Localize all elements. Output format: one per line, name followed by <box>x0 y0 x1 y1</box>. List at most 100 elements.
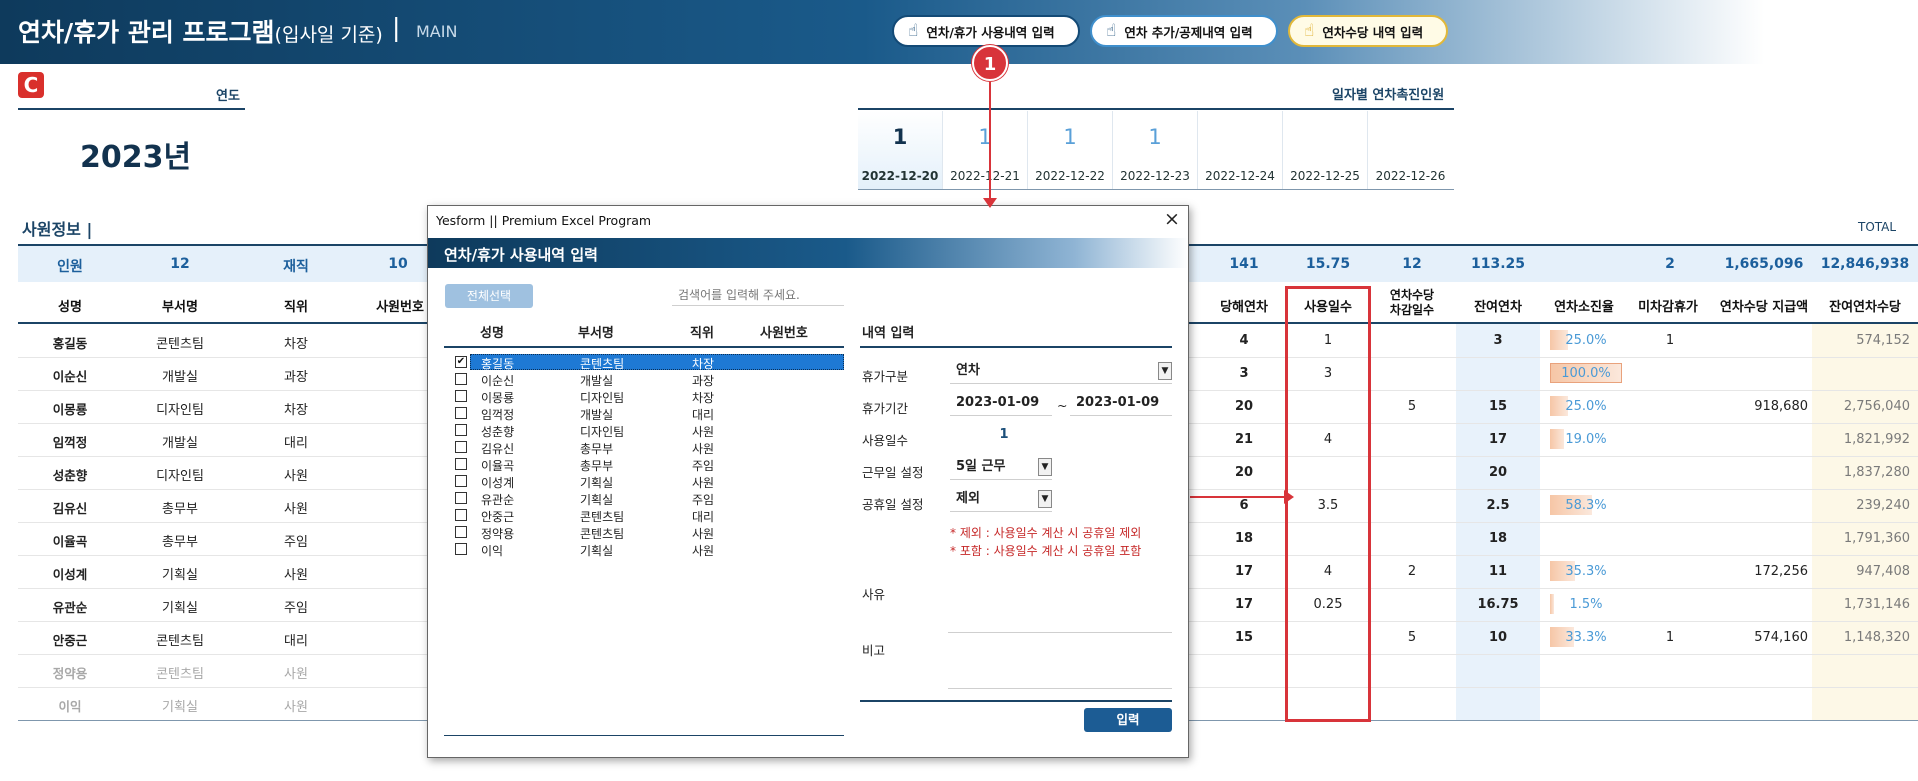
list-item-highlight <box>470 371 844 387</box>
chevron-down-icon[interactable]: ▼ <box>1038 490 1052 508</box>
cell-paid: 574,160 <box>1754 630 1808 645</box>
cell-paid: 918,680 <box>1754 399 1808 414</box>
holiday-note-include: * 포함 : 사용일수 계산 시 공휴일 포함 <box>950 544 1142 558</box>
list-item-position: 사원 <box>692 476 715 490</box>
list-item-dept: 콘텐츠팀 <box>580 510 625 524</box>
cell-remaining-allowance: 1,791,360 <box>1843 531 1910 546</box>
checkbox[interactable] <box>455 543 467 555</box>
cell-remaining: 2.5 <box>1486 498 1510 513</box>
title-separator: | <box>392 13 401 42</box>
promotion-title: 일자별 연차촉진인원 <box>1332 88 1445 103</box>
promotion-day[interactable]: 1 2022-12-21 <box>943 111 1028 189</box>
cell-rate: 100.0% <box>1561 366 1611 381</box>
list-item-highlight <box>470 490 844 506</box>
col-dept: 부서명 <box>162 300 198 315</box>
cell-dept: 기획실 <box>162 700 198 715</box>
list-item[interactable]: 성춘향 디자인팀 사원 <box>444 422 844 439</box>
list-item-name: 안중근 <box>481 510 515 524</box>
checkbox[interactable] <box>455 424 467 436</box>
cell-rate: 58.3% <box>1565 498 1607 513</box>
highlight-box <box>1285 286 1371 722</box>
close-icon[interactable]: × <box>1164 208 1180 230</box>
submit-button[interactable]: 입력 <box>1084 708 1172 732</box>
checkbox[interactable] <box>455 458 467 470</box>
checkbox[interactable] <box>455 407 467 419</box>
holiday-select[interactable]: 제외 ▼ <box>950 488 1052 512</box>
cell-remaining-allowance: 2,756,040 <box>1843 399 1910 414</box>
pointer-hand-icon: ☝ <box>908 21 919 41</box>
workday-select[interactable]: 5일 근무 ▼ <box>950 456 1052 480</box>
select-all-button[interactable]: 전체선택 <box>445 284 533 308</box>
leave-allowance-button[interactable]: ☝ 연차수당 내역 입력 <box>1288 15 1448 47</box>
remark-input[interactable] <box>948 688 1172 689</box>
period-end-field[interactable]: 2023-01-09 <box>1070 392 1172 416</box>
promotion-day[interactable]: 2022-12-26 <box>1368 111 1453 189</box>
cell-paid: 172,256 <box>1754 564 1808 579</box>
list-item[interactable]: ✔ 홍길동 콘텐츠팀 차장 <box>444 354 844 371</box>
cell-position: 사원 <box>284 700 308 715</box>
cell-current: 4 <box>1239 333 1249 348</box>
chevron-down-icon[interactable]: ▼ <box>1158 362 1172 380</box>
promotion-day[interactable]: 1 2022-12-22 <box>1028 111 1113 189</box>
list-item[interactable]: 이율곡 총무부 주임 <box>444 456 844 473</box>
app-title: 연차/휴가 관리 프로그램(입사일 기준) <box>18 13 383 49</box>
leave-usage-input-button[interactable]: ☝ 연차/휴가 사용내역 입력 <box>892 15 1080 47</box>
list-item[interactable]: 안중근 콘텐츠팀 대리 <box>444 507 844 524</box>
promotion-day[interactable]: 1 2022-12-23 <box>1113 111 1198 189</box>
dialog-caption: Yesform || Premium Excel Program <box>436 213 652 228</box>
summary-headcount: 12 <box>170 256 190 272</box>
cell-rate: 19.0% <box>1565 432 1607 447</box>
promotion-day[interactable]: 1 2022-12-20 <box>858 111 943 189</box>
cell-name: 임꺽정 <box>52 435 88 450</box>
cell-unused: 1 <box>1665 630 1675 645</box>
list-item-name: 유관순 <box>481 493 515 507</box>
cell-dept: 기획실 <box>162 601 198 616</box>
col-allowance-days: 연차수당 차감일수 <box>1372 288 1452 318</box>
chevron-down-icon[interactable]: ▼ <box>1038 458 1052 476</box>
list-item[interactable]: 이익 기획실 사원 <box>444 541 844 558</box>
checkbox[interactable]: ✔ <box>455 356 467 368</box>
list-item-position: 대리 <box>692 408 715 422</box>
list-item-dept: 개발실 <box>580 374 614 388</box>
search-input[interactable] <box>672 284 844 306</box>
checkbox[interactable] <box>455 492 467 504</box>
list-item[interactable]: 이몽룡 디자인팀 차장 <box>444 388 844 405</box>
cell-current: 20 <box>1234 399 1254 414</box>
employee-select-list[interactable]: ✔ 홍길동 콘텐츠팀 차장 이순신 개발실 과장 이몽룡 디자인팀 차장 임꺽정 개발실 대리 성춘향 디자… <box>444 354 844 562</box>
promotion-divider <box>858 108 1454 110</box>
callout-arrow-head <box>1284 490 1294 504</box>
checkbox[interactable] <box>455 475 467 487</box>
col-allowance-days-line2: 차감일수 <box>1389 303 1435 317</box>
period-start-field[interactable]: 2023-01-09 <box>950 392 1052 416</box>
callout-arrow <box>1190 496 1286 498</box>
reason-input[interactable] <box>948 632 1172 633</box>
list-item[interactable]: 유관순 기획실 주임 <box>444 490 844 507</box>
checkbox[interactable] <box>455 526 467 538</box>
checkbox[interactable] <box>455 441 467 453</box>
list-col-name: 성명 <box>480 326 504 341</box>
list-item[interactable]: 이성계 기획실 사원 <box>444 473 844 490</box>
checkbox[interactable] <box>455 373 467 385</box>
list-item-highlight <box>470 507 844 523</box>
list-item-position: 대리 <box>692 510 715 524</box>
promotion-day[interactable]: 2022-12-24 <box>1198 111 1283 189</box>
list-item[interactable]: 김유신 총무부 사원 <box>444 439 844 456</box>
holiday-note-exclude: * 제외 : 사용일수 계산 시 공휴일 제외 <box>950 526 1142 540</box>
list-item[interactable]: 이순신 개발실 과장 <box>444 371 844 388</box>
pointer-hand-icon: ☝ <box>1304 21 1315 41</box>
list-item[interactable]: 정약용 콘텐츠팀 사원 <box>444 524 844 541</box>
leave-add-deduct-button[interactable]: ☝ 연차 추가/공제내역 입력 <box>1090 15 1278 47</box>
checkbox[interactable] <box>455 509 467 521</box>
checkbox[interactable] <box>455 390 467 402</box>
promotion-calendar: 1 2022-12-20 1 2022-12-21 1 2022-12-22 1 202… <box>858 111 1454 189</box>
cell-remaining: 10 <box>1488 630 1508 645</box>
cell-allowance-days: 2 <box>1407 564 1417 579</box>
promotion-day[interactable]: 2022-12-25 <box>1283 111 1368 189</box>
leave-usage-input-label: 연차/휴가 사용내역 입력 <box>926 24 1055 40</box>
cell-position: 대리 <box>284 436 308 451</box>
list-header-line <box>444 346 844 348</box>
leave-type-select[interactable]: 연차 ▼ <box>950 360 1172 384</box>
year-value[interactable]: 2023년 <box>80 132 191 176</box>
list-item[interactable]: 임꺽정 개발실 대리 <box>444 405 844 422</box>
cell-position: 사원 <box>284 469 308 484</box>
